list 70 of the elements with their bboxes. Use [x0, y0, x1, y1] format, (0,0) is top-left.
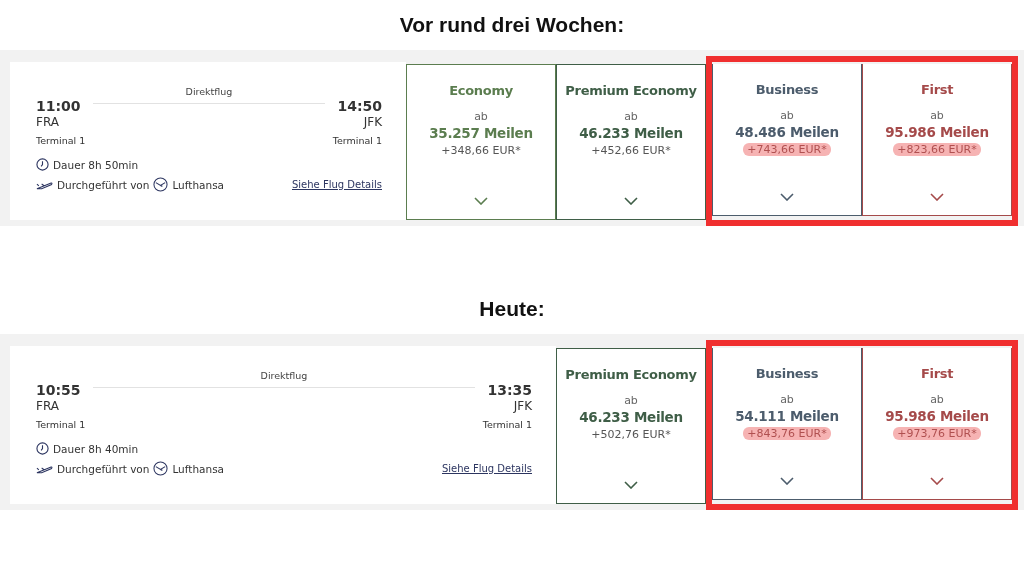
surcharge: +973,76 EUR* — [893, 427, 981, 440]
surcharge: +843,76 EUR* — [743, 427, 831, 440]
chevron-down-icon[interactable] — [474, 197, 488, 205]
fare-option[interactable]: Economy ab 35.257 Meilen +348,66 EUR* — [406, 64, 556, 220]
cabin-name: First — [920, 366, 954, 381]
surcharge: +823,66 EUR* — [893, 143, 981, 156]
bird-logo-icon — [153, 461, 169, 476]
departure-time: 11:00 — [36, 98, 82, 114]
surcharge: +452,66 EUR* — [590, 144, 672, 157]
cabin-name: Business — [755, 366, 819, 381]
chevron-down-icon[interactable] — [780, 477, 794, 485]
flight-details-link[interactable]: Siehe Flug Details — [292, 179, 382, 190]
from-label: ab — [780, 393, 794, 406]
departure-terminal: Terminal 1 — [36, 135, 86, 146]
cabin-name: Premium Economy — [565, 367, 697, 382]
arrival-time: 13:35 — [487, 382, 532, 398]
miles-price: 54.111 Meilen — [735, 408, 839, 424]
arrival-time: 14:50 — [337, 98, 382, 114]
bird-logo-icon — [153, 177, 169, 192]
miles-price: 35.257 Meilen — [429, 125, 533, 141]
flight-details-link[interactable]: Siehe Flug Details — [442, 463, 532, 474]
departure-time: 10:55 — [36, 382, 82, 398]
airline-name: Lufthansa — [172, 462, 225, 475]
arrival-airport: JFK — [363, 115, 382, 129]
clock-icon — [36, 442, 49, 455]
flight-duration: Dauer 8h 40min — [53, 442, 139, 455]
surcharge: +348,66 EUR* — [440, 144, 522, 157]
cabin-name: Economy — [449, 83, 513, 98]
flight-type: Direktflug — [260, 370, 308, 381]
chevron-down-icon[interactable] — [780, 193, 794, 201]
miles-price: 95.986 Meilen — [885, 408, 989, 424]
departure-terminal: Terminal 1 — [36, 419, 86, 430]
chevron-down-icon[interactable] — [930, 193, 944, 201]
fare-option[interactable]: First ab 95.986 Meilen +823,66 EUR* — [862, 64, 1012, 216]
fare-option[interactable]: Premium Economy ab 46.233 Meilen +452,66 EUR* — [556, 64, 706, 220]
cabin-name: First — [920, 82, 954, 97]
fare-option[interactable]: Business ab 54.111 Meilen +843,76 EUR* — [712, 348, 862, 500]
airline-name: Lufthansa — [172, 178, 225, 191]
from-label: ab — [930, 109, 944, 122]
arrival-terminal: Terminal 1 — [332, 135, 382, 146]
chevron-down-icon[interactable] — [930, 477, 944, 485]
cabin-name: Business — [755, 82, 819, 97]
from-label: ab — [930, 393, 944, 406]
from-label: ab — [780, 109, 794, 122]
flight-duration: Dauer 8h 50min — [53, 158, 139, 171]
chevron-down-icon[interactable] — [624, 197, 638, 205]
from-label: ab — [474, 110, 488, 123]
from-label: ab — [624, 110, 638, 123]
cabin-name: Premium Economy — [565, 83, 697, 98]
fare-option[interactable]: First ab 95.986 Meilen +973,76 EUR* — [862, 348, 1012, 500]
clock-icon — [36, 158, 49, 171]
surcharge: +502,76 EUR* — [590, 428, 672, 441]
miles-price: 46.233 Meilen — [579, 125, 683, 141]
section-heading: Vor rund drei Wochen: — [398, 12, 626, 38]
arrival-terminal: Terminal 1 — [482, 419, 532, 430]
flight-type: Direktflug — [185, 86, 233, 97]
arrival-airport: JFK — [513, 399, 532, 413]
section-heading: Heute: — [478, 296, 546, 322]
operated-by-label: Durchgeführt von — [57, 178, 150, 191]
miles-price: 48.486 Meilen — [735, 124, 839, 140]
fare-option[interactable]: Business ab 48.486 Meilen +743,66 EUR* — [712, 64, 862, 216]
surcharge: +743,66 EUR* — [743, 143, 831, 156]
miles-price: 95.986 Meilen — [885, 124, 989, 140]
chevron-down-icon[interactable] — [624, 481, 638, 489]
departure-airport: FRA — [36, 399, 60, 413]
departure-airport: FRA — [36, 115, 60, 129]
operated-by-label: Durchgeführt von — [57, 462, 150, 475]
fare-option[interactable]: Premium Economy ab 46.233 Meilen +502,76 EUR* — [556, 348, 706, 504]
from-label: ab — [624, 394, 638, 407]
miles-price: 46.233 Meilen — [579, 409, 683, 425]
